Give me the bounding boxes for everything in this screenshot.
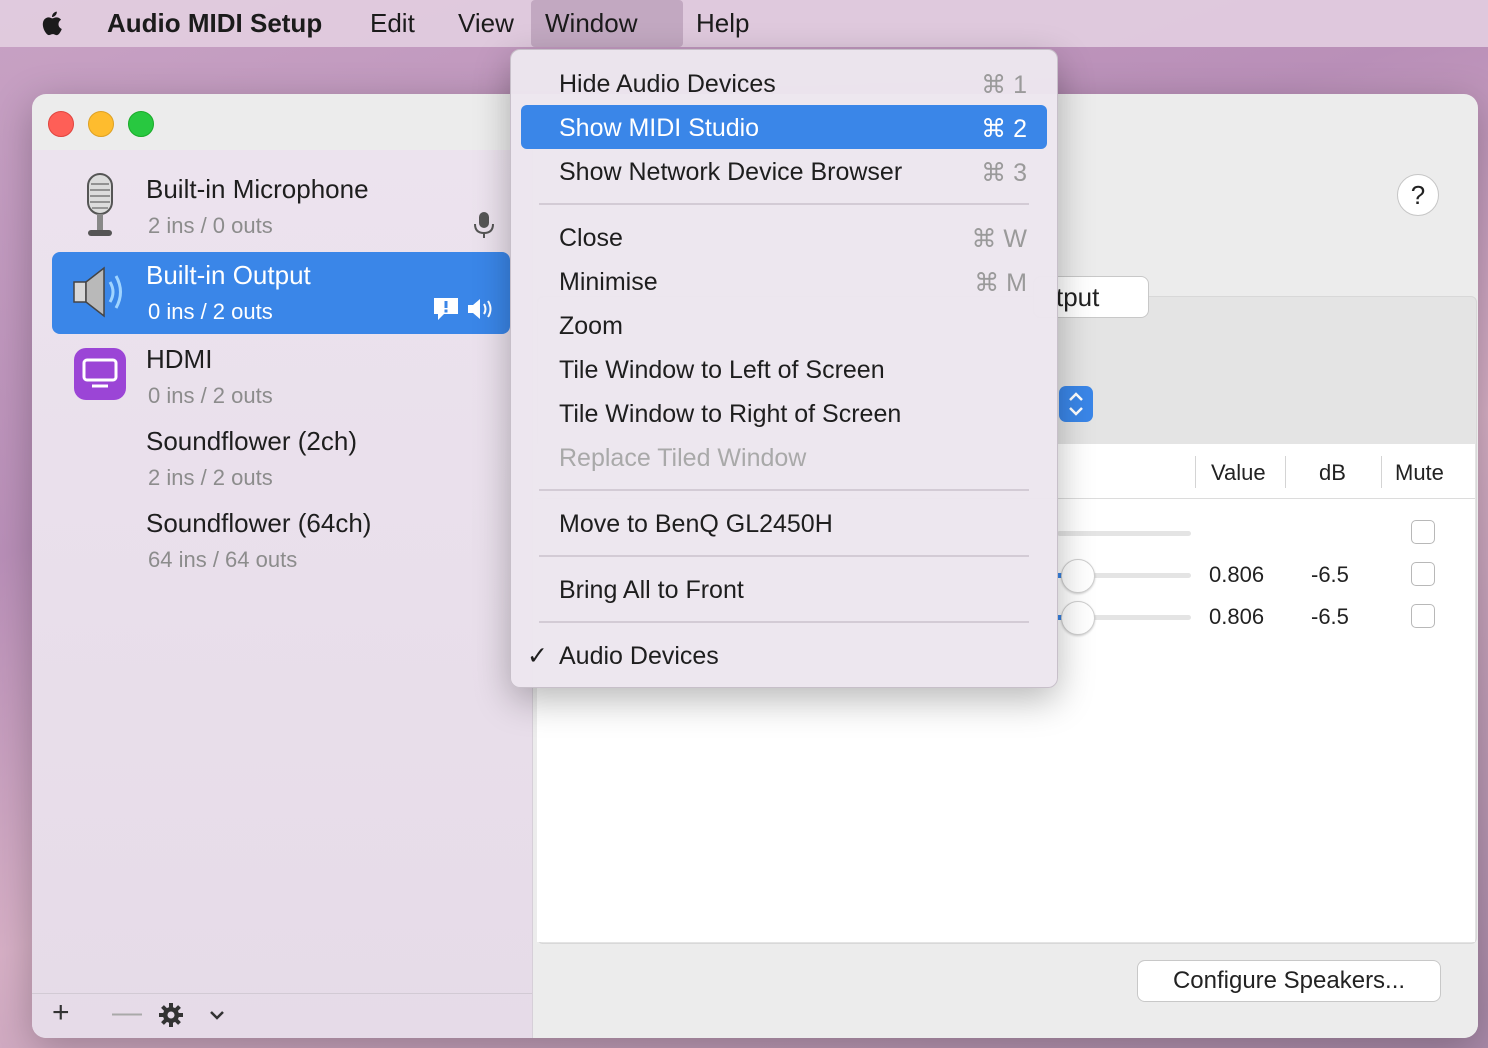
device-soundflower-2ch[interactable]: Soundflower (2ch) 2 ins / 2 outs	[52, 418, 510, 500]
gear-icon[interactable]	[158, 1002, 184, 1028]
volume-slider-knob[interactable]	[1061, 559, 1095, 593]
column-separator	[1381, 456, 1382, 488]
remove-device-button[interactable]: —	[112, 996, 142, 1030]
column-db[interactable]: dB	[1319, 460, 1346, 486]
minimise-window-button[interactable]	[88, 111, 114, 137]
volume-db: -6.5	[1311, 562, 1349, 587]
menu-bar: Audio MIDI Setup Edit View Window Help	[0, 0, 1488, 47]
menu-item-close[interactable]: Close ⌘ W	[521, 215, 1047, 259]
device-name: Soundflower (64ch)	[146, 508, 372, 538]
menu-item-label: Hide Audio Devices	[559, 70, 776, 98]
speaker-icon	[73, 266, 122, 318]
menu-separator	[539, 621, 1029, 623]
menu-item-zoom[interactable]: Zoom	[521, 303, 1047, 347]
output-speaker-icon	[468, 299, 492, 319]
volume-slider-track[interactable]	[1057, 531, 1191, 536]
device-built-in-output[interactable]: Built-in Output 0 ins / 2 outs	[52, 252, 510, 334]
checkmark-icon: ✓	[527, 642, 548, 670]
menu-item-replace-tiled-window[interactable]: Replace Tiled Window	[521, 435, 1047, 479]
configure-speakers-button[interactable]: Configure Speakers...	[1137, 960, 1441, 1002]
menu-item-minimise[interactable]: Minimise ⌘ M	[521, 259, 1047, 303]
device-io: 2 ins / 0 outs	[148, 213, 273, 238]
device-name: HDMI	[146, 344, 213, 374]
device-io: 0 ins / 2 outs	[148, 383, 273, 408]
zoom-window-button[interactable]	[128, 111, 154, 137]
menu-item-shortcut: ⌘ M	[974, 269, 1027, 297]
chevron-down-icon[interactable]	[208, 1008, 226, 1022]
add-device-button[interactable]: +	[52, 996, 70, 1030]
menu-window[interactable]: Window	[531, 0, 683, 47]
menu-item-audio-devices[interactable]: ✓ Audio Devices	[521, 633, 1047, 677]
menu-separator	[539, 555, 1029, 557]
device-io: 2 ins / 2 outs	[148, 465, 273, 490]
menu-item-label: Tile Window to Right of Screen	[559, 400, 902, 428]
device-io: 0 ins / 2 outs	[148, 299, 273, 324]
mute-checkbox[interactable]	[1411, 520, 1435, 544]
column-value[interactable]: Value	[1211, 460, 1266, 486]
device-name: Built-in Microphone	[146, 174, 369, 204]
menu-view[interactable]: View	[444, 0, 528, 47]
menu-item-label: Move to BenQ GL2450H	[559, 510, 833, 538]
help-button[interactable]: ?	[1397, 174, 1439, 216]
menu-item-hide-audio-devices[interactable]: Hide Audio Devices ⌘ 1	[521, 61, 1047, 105]
device-io: 64 ins / 64 outs	[148, 547, 298, 572]
menu-item-tile-right[interactable]: Tile Window to Right of Screen	[521, 391, 1047, 435]
menu-item-label: Tile Window to Left of Screen	[559, 356, 885, 384]
apple-logo-icon[interactable]	[38, 8, 68, 38]
menu-item-shortcut: ⌘ W	[971, 225, 1027, 253]
menu-item-label: Minimise	[559, 268, 658, 296]
menu-item-move-to-display[interactable]: Move to BenQ GL2450H	[521, 501, 1047, 545]
device-sidebar: Built-in Microphone 2 ins / 0 outs Built…	[32, 150, 533, 1038]
volume-value: 0.806	[1209, 604, 1265, 629]
menu-item-show-midi-studio[interactable]: Show MIDI Studio ⌘ 2	[521, 105, 1047, 149]
device-soundflower-64ch[interactable]: Soundflower (64ch) 64 ins / 64 outs	[52, 500, 510, 582]
menu-separator	[539, 203, 1029, 205]
device-built-in-microphone[interactable]: Built-in Microphone 2 ins / 0 outs	[52, 166, 510, 248]
menu-item-shortcut: ⌘ 3	[981, 159, 1027, 187]
volume-slider-knob[interactable]	[1061, 601, 1095, 635]
menu-item-show-network-device-browser[interactable]: Show Network Device Browser ⌘ 3	[521, 149, 1047, 193]
volume-db: -6.5	[1311, 604, 1349, 629]
menu-edit[interactable]: Edit	[356, 0, 429, 47]
microphone-icon	[87, 173, 113, 236]
format-stepper[interactable]	[1059, 386, 1093, 422]
sidebar-toolbar: + —	[32, 993, 532, 1038]
column-mute[interactable]: Mute	[1395, 460, 1444, 486]
window-menu-dropdown: Hide Audio Devices ⌘ 1 Show MIDI Studio …	[510, 49, 1058, 688]
alert-sound-icon	[434, 298, 458, 320]
menu-item-label: Close	[559, 224, 623, 252]
menu-item-label: Show MIDI Studio	[559, 114, 760, 142]
menu-item-label: Audio Devices	[559, 642, 719, 670]
input-mic-icon	[474, 212, 494, 238]
menu-item-bring-all-to-front[interactable]: Bring All to Front	[521, 567, 1047, 611]
menu-item-label: Bring All to Front	[559, 576, 744, 604]
menu-item-label: Show Network Device Browser	[559, 158, 903, 186]
menu-item-label: Zoom	[559, 312, 623, 340]
device-name: Built-in Output	[146, 260, 311, 290]
column-separator	[1195, 456, 1196, 488]
device-name: Soundflower (2ch)	[146, 426, 357, 456]
menu-item-label: Replace Tiled Window	[559, 444, 807, 472]
hdmi-display-icon	[74, 348, 126, 400]
menu-item-shortcut: ⌘ 2	[981, 115, 1027, 143]
app-name[interactable]: Audio MIDI Setup	[107, 8, 322, 39]
menu-item-shortcut: ⌘ 1	[981, 71, 1027, 99]
mute-checkbox[interactable]	[1411, 562, 1435, 586]
device-hdmi[interactable]: HDMI 0 ins / 2 outs	[52, 336, 510, 418]
close-window-button[interactable]	[48, 111, 74, 137]
menu-item-tile-left[interactable]: Tile Window to Left of Screen	[521, 347, 1047, 391]
volume-value: 0.806	[1209, 562, 1265, 587]
menu-help[interactable]: Help	[682, 0, 763, 47]
menu-separator	[539, 489, 1029, 491]
up-down-arrows-icon	[1069, 392, 1083, 416]
column-separator	[1285, 456, 1286, 488]
mute-checkbox[interactable]	[1411, 604, 1435, 628]
